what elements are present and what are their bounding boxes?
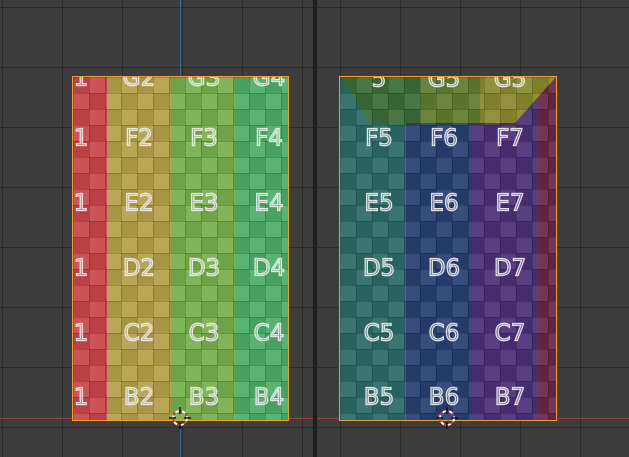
grid-cell-label: D6 [427,255,461,282]
grid-cell-label: B4 [253,384,285,411]
grid-cell-label: 1 [73,255,89,282]
grid-cell-label: C2 [123,320,155,347]
grid-cell-label: E4 [254,190,284,217]
grid-cell-label: C7 [494,320,526,347]
grid-cell-label: G3 [187,77,221,92]
grid-cell-label: 1 [73,77,89,92]
grid-cell-label: C4 [253,320,285,347]
grid-cell-label: 1 [73,125,89,152]
grid-cell-label: F3 [189,125,218,152]
grid-cell-label: E3 [189,190,219,217]
grid-cell-label: G5 [427,77,461,93]
grid-cell-label: E5 [364,190,394,217]
grid-cell-label: 1 [73,320,89,347]
grid-cell-label: D2 [122,255,156,282]
grid-cell-label: E6 [429,190,459,217]
grid-cell-label: B3 [188,384,220,411]
grid-cell-label: 5 [371,77,387,93]
grid-cell-label: G4 [252,77,286,92]
grid-cell-label: E2 [124,190,154,217]
grid-cell-label: D5 [362,255,396,282]
grid-cell-label: B5 [363,384,395,411]
grid-cell-label: F4 [254,125,283,152]
viewport-left[interactable]: 1 G2 G3 G4 1 F2 F3 F4 1 E2 E3 E4 1 D2 D3 D4 1 C2 C3 C4 1 B2 B3… [0,0,313,457]
uv-editor-workspace: 1 G2 G3 G4 1 F2 F3 F4 1 E2 E3 E4 1 D2 D3 D4 1 C2 C3 C4 1 B2 B3… [0,0,629,457]
grid-cell-label: D4 [252,255,286,282]
color-column [538,77,556,420]
3d-cursor-icon[interactable] [436,407,458,429]
3d-cursor-icon[interactable] [169,407,191,429]
grid-cell-label: B7 [494,384,526,411]
grid-cell-label: C6 [428,320,460,347]
grid-cell-label: D3 [187,255,221,282]
grid-cell-label: F2 [124,125,153,152]
grid-cell-label: E7 [495,190,525,217]
selected-uv-face-right[interactable]: 5 G5 G5 F5 F6 F7 E5 E6 E7 D5 D6 D7 C5 C6 C7 B5 B6 B7 [339,76,557,421]
grid-cell-label: 1 [73,384,89,411]
grid-cell-label: G5 [493,77,527,93]
grid-cell-label: G2 [122,77,156,92]
grid-cell-label: C3 [188,320,220,347]
grid-cell-label: F5 [364,125,393,152]
grid-cell-label: D7 [493,255,527,282]
grid-cell-label: B2 [123,384,155,411]
grid-cell-label: F7 [495,125,524,152]
viewport-right[interactable]: 5 G5 G5 F5 F6 F7 E5 E6 E7 D5 D6 D7 C5 C6 C7 B5 B6 B7 [317,0,629,457]
selected-uv-face-left[interactable]: 1 G2 G3 G4 1 F2 F3 F4 1 E2 E3 E4 1 D2 D3 D4 1 C2 C3 C4 1 B2 B3… [72,76,289,421]
grid-cell-label: 1 [73,190,89,217]
grid-cell-label: F6 [429,125,458,152]
grid-cell-label: C5 [363,320,395,347]
